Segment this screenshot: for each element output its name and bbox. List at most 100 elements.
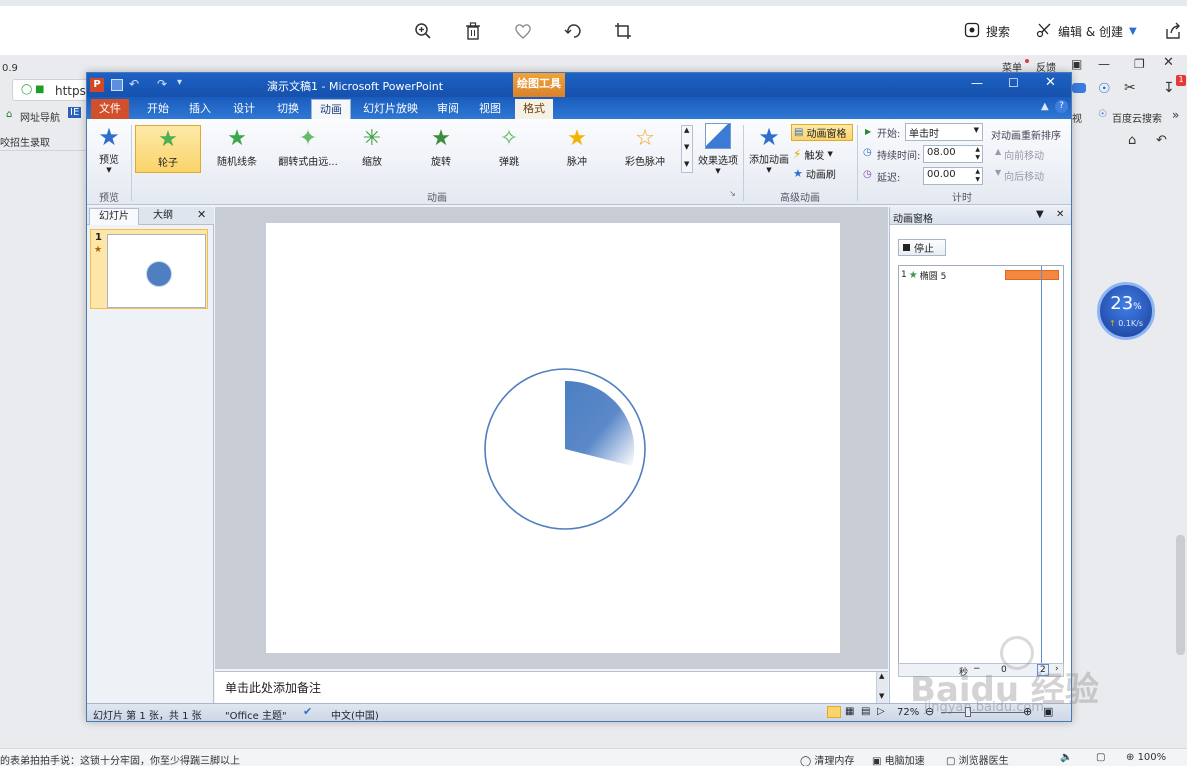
- tab-file[interactable]: 文件: [91, 99, 129, 119]
- scroll-down-icon[interactable]: ▼: [684, 143, 689, 151]
- animation-random-bars[interactable]: ★ 随机线条: [204, 125, 270, 173]
- spellcheck-icon[interactable]: ✔: [303, 705, 312, 718]
- tab-home[interactable]: 开始: [139, 99, 177, 119]
- animation-swivel[interactable]: ★ 旋转: [408, 125, 474, 173]
- screenshot-icon[interactable]: ⌂: [1128, 133, 1136, 148]
- search-button[interactable]: 搜索: [964, 20, 1010, 42]
- preview-button[interactable]: ★ 预览 ▼: [91, 123, 127, 179]
- help-icon[interactable]: ?: [1055, 100, 1068, 113]
- sorter-view-icon[interactable]: ▦: [845, 706, 854, 717]
- share-icon[interactable]: [1162, 20, 1184, 42]
- chat-icon[interactable]: [1072, 83, 1086, 93]
- cut-icon[interactable]: ✂: [1124, 80, 1136, 96]
- reading-view-icon[interactable]: ▤: [861, 706, 870, 717]
- redo-icon[interactable]: ↷: [157, 77, 167, 91]
- animation-color-pulse[interactable]: ☆ 彩色脉冲: [612, 125, 678, 173]
- crop-icon[interactable]: [612, 20, 634, 42]
- zoom-level[interactable]: ⊕ 100%: [1126, 752, 1166, 763]
- tab-outline[interactable]: 大纲: [141, 208, 185, 225]
- maximize-icon[interactable]: ☐: [1008, 76, 1019, 90]
- speed-widget[interactable]: 23% ↑ 0.1K/s: [1097, 282, 1155, 340]
- minimize-icon[interactable]: —: [971, 76, 983, 90]
- thumbnail-circle: [146, 261, 172, 287]
- animation-painter-button[interactable]: ★ 动画刷: [793, 165, 836, 181]
- status-item[interactable]: ◯ 清理内存: [800, 752, 854, 766]
- lock-icon: ■: [35, 84, 45, 95]
- tab-view[interactable]: 视图: [471, 99, 509, 119]
- close-icon[interactable]: ✕: [1163, 55, 1174, 70]
- more-icon[interactable]: »: [1172, 108, 1179, 122]
- language[interactable]: 中文(中国): [331, 707, 379, 722]
- animation-zoom[interactable]: ✳ 缩放: [339, 125, 405, 173]
- stop-button[interactable]: 停止: [898, 239, 946, 256]
- gallery-more-icon[interactable]: ▼: [684, 160, 689, 168]
- gallery-scroll[interactable]: ▲ ▼ ▼: [681, 125, 693, 173]
- effect-options-button[interactable]: 效果选项 ▼: [697, 123, 739, 181]
- left-item[interactable]: 咬招生录取: [0, 134, 50, 149]
- stop-label: 停止: [914, 244, 934, 255]
- bookmark-icon[interactable]: IE: [68, 107, 82, 118]
- window-icon[interactable]: ▢: [1096, 752, 1105, 763]
- collapse-ribbon-icon[interactable]: ▲: [1041, 101, 1049, 112]
- undo-icon[interactable]: ↶: [1156, 133, 1167, 148]
- volume-icon[interactable]: 🔈: [1060, 752, 1072, 763]
- shirt-icon[interactable]: ▣: [1071, 57, 1082, 71]
- zoom-in-icon[interactable]: [412, 20, 434, 42]
- scroll-up-icon[interactable]: ▲: [684, 126, 689, 134]
- download-icon[interactable]: ↧: [1163, 80, 1175, 96]
- restore-icon[interactable]: ❐: [1134, 57, 1145, 71]
- bookmark-nav[interactable]: 网址导航: [20, 109, 60, 124]
- start-select[interactable]: 单击时 ▼: [905, 123, 983, 141]
- animation-pane-button[interactable]: ▤ 动画窗格: [791, 124, 853, 141]
- tab-animations[interactable]: 动画: [311, 99, 351, 119]
- animation-grow-turn[interactable]: ✦ 翻转式由远...: [271, 125, 345, 173]
- move-earlier-button[interactable]: ▲ 向前移动: [995, 147, 1044, 162]
- close-pane-icon[interactable]: ✕: [197, 208, 206, 221]
- scrollbar-thumb[interactable]: [1176, 535, 1185, 655]
- heart-icon[interactable]: [512, 20, 534, 42]
- notes-scrollbar[interactable]: ▲ ▼: [876, 672, 888, 703]
- tab-insert[interactable]: 插入: [181, 99, 219, 119]
- close-pane-icon[interactable]: ✕: [1056, 209, 1064, 220]
- baidu-search[interactable]: 百度云搜索: [1112, 110, 1162, 125]
- edit-create-button[interactable]: 编辑 & 创建 ▼: [1036, 20, 1137, 42]
- slide-thumbnail-item[interactable]: 1 ★: [90, 229, 208, 309]
- pane-options-icon[interactable]: ▼: [1036, 209, 1044, 220]
- scroll-up-icon[interactable]: ▲: [879, 672, 884, 680]
- save-icon[interactable]: [111, 79, 123, 91]
- minimize-icon[interactable]: —: [1098, 57, 1110, 71]
- animation-list-item[interactable]: 1 ★ 椭圆 5: [901, 268, 1061, 282]
- address-bar[interactable]: ◯ ■ https: [12, 79, 88, 101]
- notes-pane[interactable]: 单击此处添加备注 ▲ ▼: [215, 671, 888, 703]
- scroll-down-icon[interactable]: ▼: [879, 692, 884, 700]
- undo-icon[interactable]: ↶: [129, 77, 139, 91]
- status-item[interactable]: ▢ 浏览器医生: [946, 752, 1009, 766]
- status-item[interactable]: ▣ 电脑加速: [872, 752, 925, 766]
- add-animation-button[interactable]: ★ 添加动画 ▼: [747, 123, 791, 181]
- scan-icon: [964, 22, 980, 41]
- tab-transitions[interactable]: 切换: [269, 99, 307, 119]
- slideshow-view-icon[interactable]: ▷: [877, 706, 885, 717]
- rotate-icon[interactable]: [562, 20, 584, 42]
- animation-bounce[interactable]: ✧ 弹跳: [476, 125, 542, 173]
- trash-icon[interactable]: [462, 20, 484, 42]
- dialog-launcher-icon[interactable]: ↘: [729, 189, 736, 198]
- animation-pulse[interactable]: ★ 脉冲: [544, 125, 610, 173]
- tab-design[interactable]: 设计: [225, 99, 263, 119]
- qat-customize-icon[interactable]: ▾: [177, 77, 182, 88]
- powerpoint-logo-icon[interactable]: P: [90, 78, 104, 92]
- tab-review[interactable]: 审阅: [429, 99, 467, 119]
- slide-canvas[interactable]: [266, 223, 840, 653]
- trigger-button[interactable]: ⚡ 触发 ▼: [793, 146, 833, 162]
- tab-slides[interactable]: 幻灯片: [89, 208, 139, 225]
- tab-slideshow[interactable]: 幻灯片放映: [355, 99, 426, 119]
- tab-format[interactable]: 格式: [515, 99, 553, 119]
- move-later-button[interactable]: ▼ 向后移动: [995, 168, 1044, 183]
- animation-label: 轮子: [158, 158, 178, 169]
- animation-wheel[interactable]: ★ 轮子: [135, 125, 201, 173]
- delay-input[interactable]: 00.00 ▲ ▼: [923, 167, 983, 185]
- compass-icon[interactable]: ☉: [1098, 81, 1111, 97]
- close-icon[interactable]: ✕: [1045, 75, 1056, 90]
- duration-input[interactable]: 08.00 ▲ ▼: [923, 145, 983, 163]
- normal-view-icon[interactable]: [827, 706, 841, 718]
